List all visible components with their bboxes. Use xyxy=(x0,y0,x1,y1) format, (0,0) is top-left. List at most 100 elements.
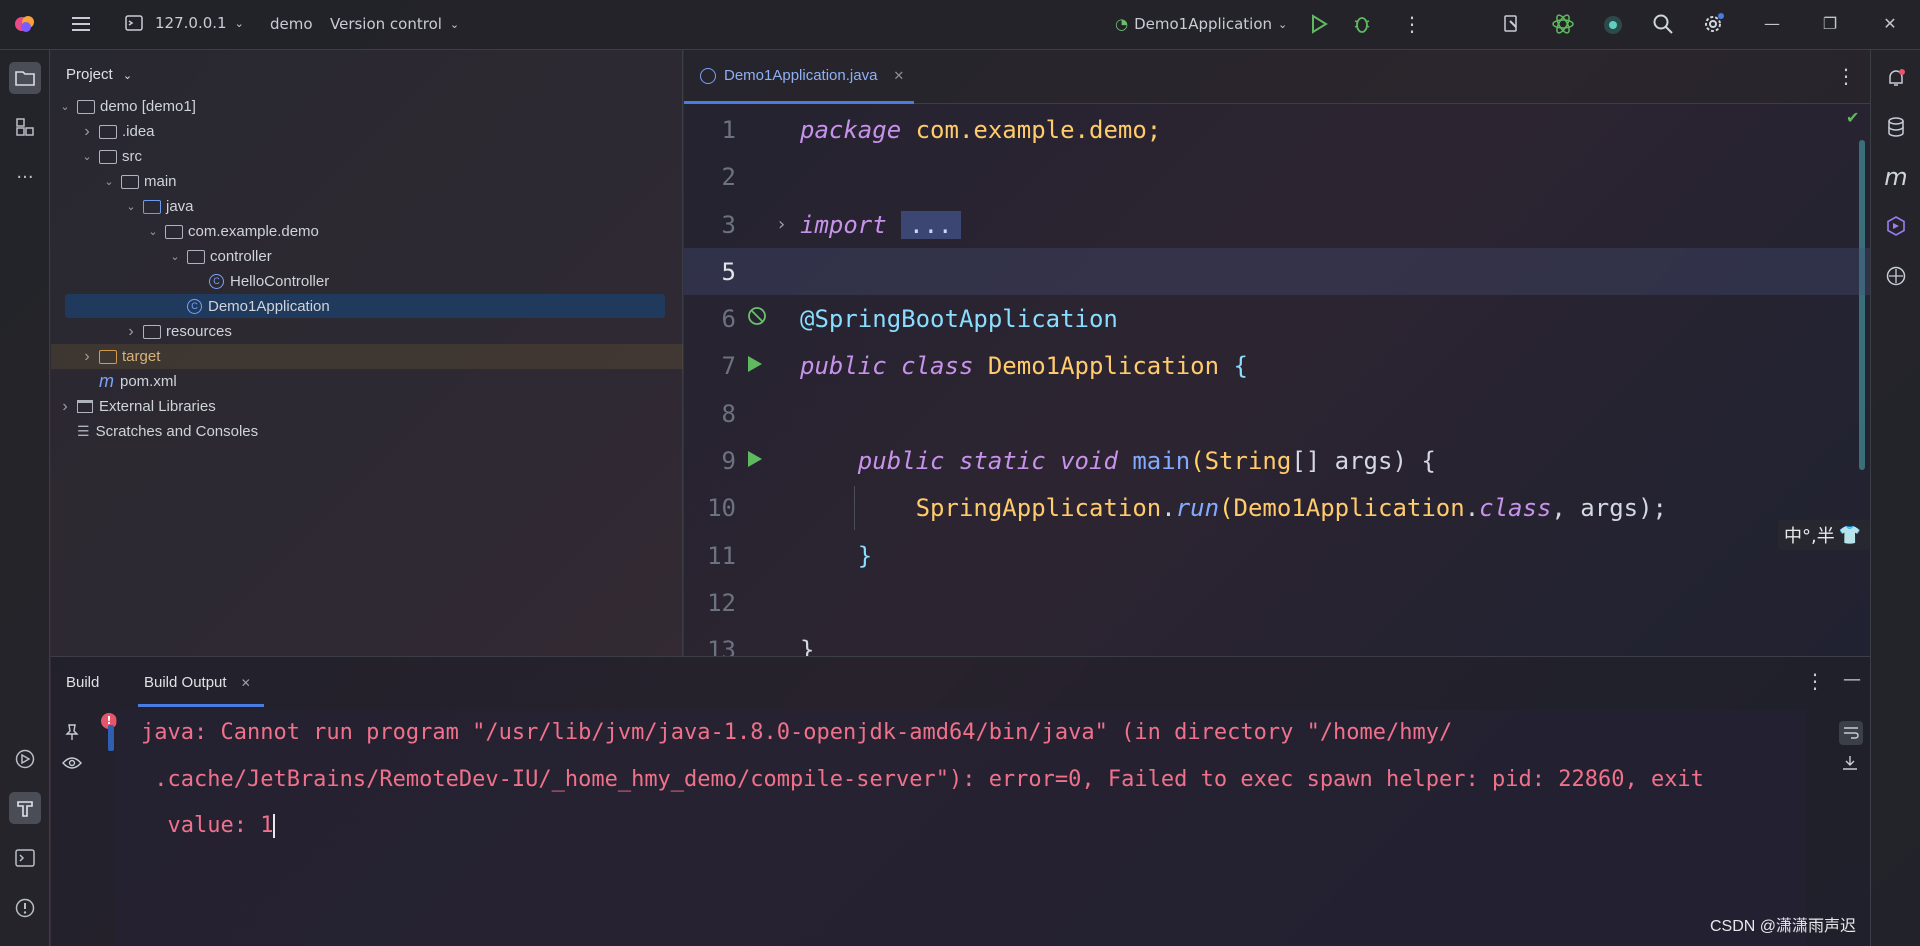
database-tool-button[interactable] xyxy=(1880,111,1912,143)
main-menu-icon[interactable] xyxy=(70,13,92,35)
folder-icon xyxy=(99,124,117,139)
more-tools-icon[interactable]: ··· xyxy=(9,161,41,193)
ai-assistant-icon[interactable] xyxy=(1551,12,1575,36)
project-name[interactable]: demo xyxy=(270,15,313,33)
run-gutter-icon[interactable] xyxy=(746,447,764,475)
build-output-console[interactable] xyxy=(108,710,1806,946)
run-gutter-icon[interactable] xyxy=(746,352,764,380)
code-editor[interactable]: ✔ 1 package com.example.demo; 2 3 › impo… xyxy=(684,104,1870,656)
class-icon: C xyxy=(209,274,224,289)
watermark: CSDN @潇潇雨声迟 xyxy=(1709,918,1856,935)
tree-item[interactable]: › target xyxy=(51,344,683,369)
error-line: java: Cannot run program "/usr/lib/jvm/j… xyxy=(141,720,1453,745)
debug-button[interactable] xyxy=(1352,13,1372,35)
close-icon[interactable]: ✕ xyxy=(241,676,251,690)
tree-item[interactable]: › External Libraries xyxy=(51,394,683,419)
tree-item-label: Scratches and Consoles xyxy=(95,423,259,440)
code-line: 6 @SpringBootApplication xyxy=(721,304,1118,333)
search-icon[interactable] xyxy=(1652,13,1674,35)
chevron-down-icon: ⌄ xyxy=(122,70,133,82)
tree-item-label: com.example.demo xyxy=(188,223,319,240)
chevron-down-icon[interactable]: ⌄ xyxy=(167,250,183,263)
hexagon-icon xyxy=(1887,216,1905,236)
chevron-right-icon[interactable]: › xyxy=(57,398,73,416)
bug-icon xyxy=(1354,17,1370,33)
minimize-icon[interactable]: — xyxy=(1762,14,1782,34)
folder-icon xyxy=(99,149,117,164)
right-tool-strip: m xyxy=(1870,50,1920,946)
tree-item[interactable]: ⌄ controller xyxy=(51,244,683,269)
remote-host-selector[interactable]: 127.0.0.1 ⌄ xyxy=(125,14,244,32)
tree-item-label: main xyxy=(144,173,177,190)
tree-item[interactable]: m pom.xml xyxy=(51,369,683,394)
chevron-right-icon[interactable]: › xyxy=(79,348,95,366)
run-config-selector[interactable]: ◔ Demo1Application ⌄ xyxy=(1115,15,1287,33)
tab-demo1application[interactable]: Demo1Application.java ✕ xyxy=(684,50,914,104)
problems-tool-button[interactable] xyxy=(9,892,41,924)
soft-wrap-icon[interactable] xyxy=(1839,721,1863,745)
services-tool-button[interactable] xyxy=(9,743,41,775)
folder-icon xyxy=(143,324,161,339)
build-tool-button[interactable] xyxy=(9,792,41,824)
gradle-tool-button[interactable] xyxy=(1880,210,1912,242)
build-output-label: Build Output xyxy=(144,674,227,691)
play-icon xyxy=(1312,14,1328,34)
ime-indicator[interactable]: 中°,半 👕 xyxy=(1778,520,1870,550)
code-line: 11 } xyxy=(707,541,873,570)
restore-icon[interactable]: ❐ xyxy=(1820,14,1840,34)
chevron-down-icon[interactable]: ⌄ xyxy=(57,100,73,113)
chevron-down-icon[interactable]: ⌄ xyxy=(123,200,139,213)
chevron-down-icon[interactable]: ⌄ xyxy=(79,150,95,163)
tree-item-label: resources xyxy=(166,323,232,340)
terminal-tool-button[interactable] xyxy=(9,842,41,874)
tree-item[interactable]: ⌄ demo [demo1] xyxy=(51,94,683,119)
code-with-me-icon[interactable] xyxy=(1602,14,1624,36)
project-tool-button[interactable] xyxy=(9,62,41,94)
endpoints-tool-button[interactable] xyxy=(1880,260,1912,292)
services-icon xyxy=(15,749,35,769)
folded-imports[interactable]: ... xyxy=(901,210,961,239)
tree-item[interactable]: › resources xyxy=(51,319,683,344)
tree-item[interactable]: C HelloController xyxy=(51,269,683,294)
tab-build[interactable]: Build xyxy=(66,674,99,691)
chevron-right-icon[interactable]: › xyxy=(79,123,95,141)
structure-tool-button[interactable] xyxy=(9,111,41,143)
version-control-menu[interactable]: Version control ⌄ xyxy=(330,15,459,33)
chevron-down-icon[interactable]: ⌄ xyxy=(101,175,117,188)
tree-item[interactable]: › .idea xyxy=(51,119,683,144)
tree-item[interactable]: ⌄ main xyxy=(51,169,683,194)
app-logo-icon[interactable] xyxy=(14,13,36,35)
tab-build-output[interactable]: Build Output ✕ xyxy=(138,657,264,707)
ime-text: 中°,半 xyxy=(1784,526,1835,547)
project-panel: Project ⌄ ⌄ demo [demo1] › .idea ⌄ src ⌄ main ⌄ j… xyxy=(51,50,683,656)
problems-icon xyxy=(15,898,35,918)
chevron-right-icon[interactable]: › xyxy=(123,323,139,341)
title-bar: 127.0.0.1 ⌄ demo Version control ⌄ ◔ Dem… xyxy=(0,0,1920,50)
pin-icon[interactable] xyxy=(64,723,80,745)
tree-item[interactable]: ☰ Scratches and Consoles xyxy=(51,419,683,444)
run-button[interactable] xyxy=(1310,14,1328,34)
project-view-selector[interactable]: Project ⌄ xyxy=(66,66,132,83)
eye-icon[interactable] xyxy=(62,756,82,774)
tree-item[interactable]: ⌄ java xyxy=(51,194,683,219)
more-actions-icon[interactable]: ⋮ xyxy=(1402,12,1422,36)
close-icon[interactable]: ✕ xyxy=(893,68,904,84)
tree-item-label: HelloController xyxy=(230,273,330,290)
editor-more-icon[interactable]: ⋮ xyxy=(1836,64,1856,88)
tree-item-label: .idea xyxy=(122,123,155,140)
tree-item[interactable]: C Demo1Application xyxy=(51,294,683,319)
settings-gear-icon[interactable] xyxy=(1701,12,1725,36)
notifications-button[interactable] xyxy=(1880,62,1912,94)
chevron-down-icon[interactable]: ⌄ xyxy=(145,225,161,238)
fold-expand-icon[interactable]: › xyxy=(776,214,787,235)
chevron-down-icon: ⌄ xyxy=(1278,17,1288,31)
build-tools-icon[interactable] xyxy=(1502,13,1524,35)
scroll-to-end-icon[interactable] xyxy=(1841,755,1859,775)
spring-bean-gutter-icon[interactable] xyxy=(746,305,768,333)
tree-item[interactable]: ⌄ com.example.demo xyxy=(51,219,683,244)
panel-more-icon[interactable]: ⋮ xyxy=(1805,669,1825,693)
hide-panel-icon[interactable]: — xyxy=(1843,669,1861,690)
tree-item[interactable]: ⌄ src xyxy=(51,144,683,169)
close-icon[interactable]: ✕ xyxy=(1880,14,1900,34)
maven-icon[interactable]: m xyxy=(1880,161,1912,193)
